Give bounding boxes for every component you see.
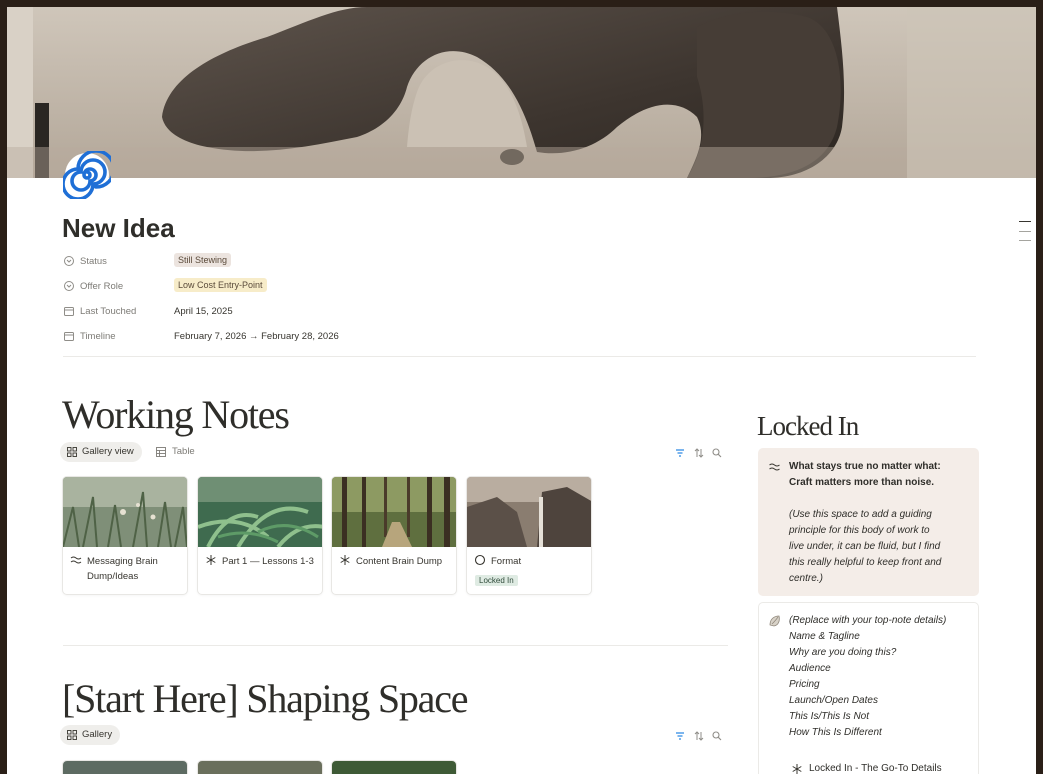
- card-title: Messaging Brain Dump/Ideas: [87, 556, 158, 582]
- asterisk-icon: [206, 555, 216, 565]
- callout-line: This Is/This Is Not: [789, 711, 870, 722]
- timeline-value[interactable]: February 7, 2026 → February 28, 2026: [174, 331, 339, 342]
- top-note-callout[interactable]: (Replace with your top-note details) Nam…: [758, 602, 979, 774]
- view-label: Gallery: [82, 729, 113, 740]
- card-cover: [63, 761, 187, 774]
- callout-line: How This Is Different: [789, 727, 882, 738]
- callout-italic-line: live under, it can be fluid, but I find: [789, 541, 941, 552]
- waves-icon: [769, 463, 780, 471]
- guiding-principle-callout[interactable]: What stays true no matter what: Craft ma…: [758, 448, 979, 596]
- callout-line: (Replace with your top-note details): [789, 615, 947, 626]
- property-timeline[interactable]: Timeline February 7, 2026 → February 28,…: [63, 327, 663, 347]
- last-touched-value[interactable]: April 15, 2025: [174, 306, 233, 317]
- status-icon: [64, 256, 74, 266]
- property-last-touched[interactable]: Last Touched April 15, 2025: [63, 302, 663, 322]
- calendar-icon: [64, 307, 74, 316]
- gallery-card[interactable]: [331, 760, 457, 774]
- callout-italic-line: centre.): [789, 573, 823, 584]
- locked-in-heading[interactable]: Locked In: [757, 411, 859, 442]
- gallery-card[interactable]: [197, 760, 323, 774]
- table-view-tab[interactable]: Table: [156, 442, 195, 462]
- callout-line: Audience: [789, 663, 831, 674]
- card-cover-meadow: [63, 477, 187, 547]
- search-icon[interactable]: [711, 730, 723, 742]
- toc-line[interactable]: [1019, 221, 1031, 222]
- callout-bold-line: What stays true no matter what:: [789, 461, 941, 472]
- callout-line: Pricing: [789, 679, 820, 690]
- spiral-icon[interactable]: [63, 151, 111, 199]
- offer-role-tag[interactable]: Low Cost Entry-Point: [174, 278, 267, 292]
- sort-icon[interactable]: [693, 447, 705, 459]
- gallery-card[interactable]: Format Locked In: [466, 476, 592, 595]
- toc-line[interactable]: [1019, 231, 1031, 232]
- divider: [63, 645, 728, 646]
- divider: [63, 356, 976, 357]
- property-label: Status: [80, 256, 107, 267]
- callout-line: Name & Tagline: [789, 631, 860, 642]
- gallery-card[interactable]: Content Brain Dump: [331, 476, 457, 595]
- callout-italic-line: this really helpful to keep front and: [789, 557, 942, 568]
- asterisk-icon: [340, 555, 350, 565]
- card-cover: [332, 761, 456, 774]
- sort-icon[interactable]: [693, 730, 705, 742]
- property-label: Last Touched: [80, 306, 137, 317]
- gallery-icon: [67, 447, 77, 457]
- status-icon: [64, 281, 74, 291]
- view-label: Gallery view: [82, 446, 134, 457]
- card-title: Format: [491, 556, 522, 567]
- shaping-space-heading[interactable]: [Start Here] Shaping Space: [62, 675, 469, 722]
- gallery-card[interactable]: Part 1 — Lessons 1-3: [197, 476, 323, 595]
- callout-line: Why are you doing this?: [789, 647, 897, 658]
- property-label: Timeline: [80, 331, 116, 342]
- linked-page-title[interactable]: Locked In - The Go-To Details: [809, 761, 942, 774]
- waves-icon: [70, 556, 82, 564]
- filter-icon[interactable]: [674, 447, 686, 459]
- callout-italic-line: (Use this space to add a guiding: [789, 509, 932, 520]
- gallery-view-tab[interactable]: Gallery: [60, 725, 121, 745]
- locked-in-tag: Locked In: [475, 575, 518, 586]
- card-title: Content Brain Dump: [356, 556, 443, 567]
- asterisk-icon: [792, 764, 802, 774]
- calendar-icon: [64, 332, 74, 341]
- status-tag[interactable]: Still Stewing: [174, 253, 232, 267]
- circle-icon: [474, 554, 486, 566]
- property-status[interactable]: Status Still Stewing: [63, 252, 663, 272]
- callout-italic-line: principle for this body of work to: [789, 525, 930, 536]
- callout-line: Launch/Open Dates: [789, 695, 878, 706]
- gallery-icon: [67, 730, 77, 740]
- card-cover-ferns: [198, 477, 322, 547]
- gallery-card[interactable]: [62, 760, 188, 774]
- property-offer-role[interactable]: Offer Role Low Cost Entry-Point: [63, 277, 663, 297]
- card-cover-forest-path: [332, 477, 456, 547]
- search-icon[interactable]: [711, 447, 723, 459]
- shell-icon: [769, 615, 780, 627]
- cover-image[interactable]: [7, 7, 1036, 178]
- notion-page: New Idea Status Still Stewing Offer Role…: [7, 7, 1036, 774]
- table-icon: [156, 447, 166, 457]
- gallery-view-tab[interactable]: Gallery view: [60, 442, 142, 462]
- view-label: Table: [172, 446, 195, 457]
- gallery-card[interactable]: Messaging Brain Dump/Ideas: [62, 476, 188, 595]
- toc-line[interactable]: [1019, 240, 1031, 241]
- page-title[interactable]: New Idea: [62, 213, 175, 244]
- filter-icon[interactable]: [674, 730, 686, 742]
- card-cover-waterfall: [467, 477, 591, 547]
- working-notes-heading[interactable]: Working Notes: [62, 391, 290, 438]
- cover-rock-arch-illustration: [7, 7, 1036, 178]
- property-label: Offer Role: [80, 281, 124, 292]
- card-title: Part 1 — Lessons 1-3: [222, 556, 314, 567]
- card-cover: [198, 761, 322, 774]
- callout-bold-line: Craft matters more than noise.: [789, 477, 935, 488]
